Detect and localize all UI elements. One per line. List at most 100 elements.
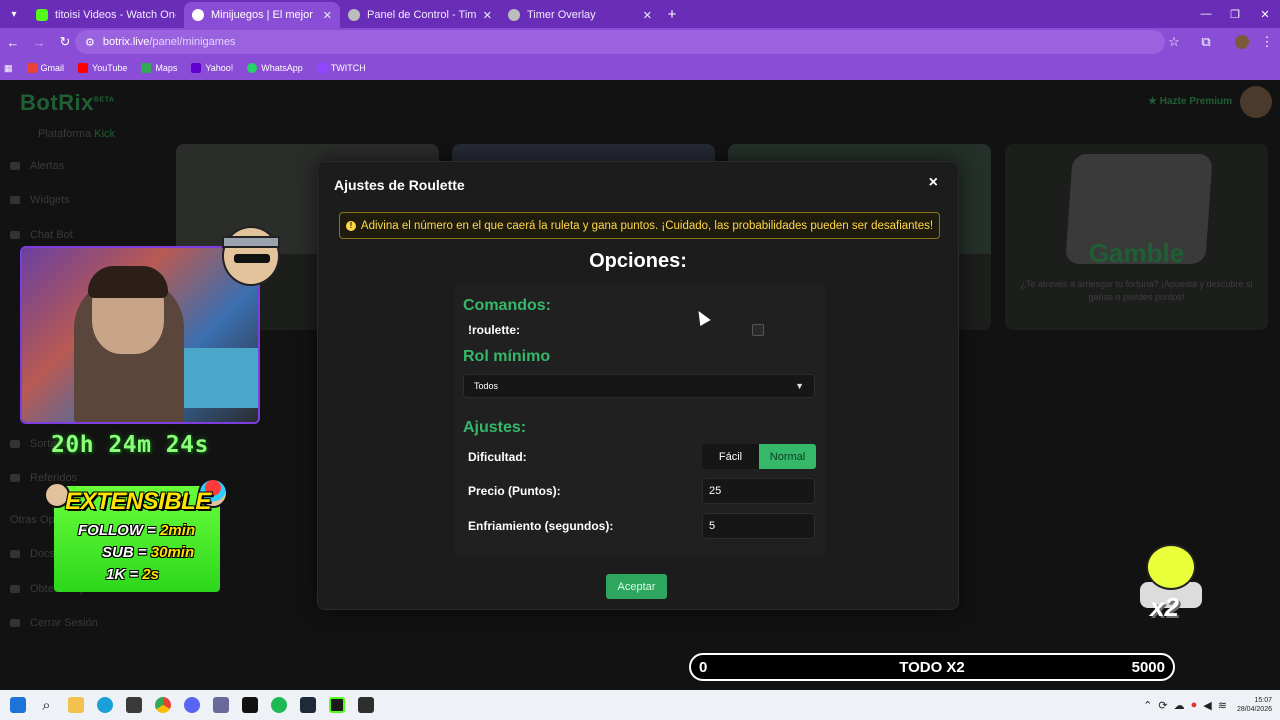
whatsapp-icon (247, 63, 258, 73)
start-icon[interactable] (3, 690, 32, 720)
bookmark-gmail[interactable]: Gmail (26, 63, 64, 73)
command-enabled-checkbox[interactable] (752, 324, 764, 336)
command-label: !roulette: (468, 323, 520, 337)
difficulty-toggle: Fácil Normal (702, 444, 816, 469)
difficulty-normal-button[interactable]: Normal (759, 444, 816, 469)
edge-icon[interactable] (90, 690, 119, 720)
clock[interactable]: 15:07 28/04/2026 (1237, 696, 1272, 714)
platform-value: Kick (94, 128, 116, 140)
twitch-icon (316, 63, 327, 73)
close-icon[interactable]: × (929, 174, 938, 192)
new-tab-icon[interactable]: + (660, 6, 684, 23)
globe-icon (508, 9, 520, 21)
maps-icon (141, 63, 152, 73)
file-explorer-icon[interactable] (61, 690, 90, 720)
warning-icon: ! (345, 220, 356, 231)
site-settings-icon[interactable]: ⚙ (85, 36, 95, 49)
extensions-icon[interactable]: ⧉ (1193, 29, 1219, 55)
sidebar-item-alertas[interactable]: Alertas (10, 160, 130, 172)
logo-badge: BETA (93, 96, 115, 104)
kick-app-icon[interactable] (322, 690, 351, 720)
doc-icon (10, 550, 20, 558)
commands-heading: Comandos: (463, 297, 551, 314)
chrome-icon[interactable] (148, 690, 177, 720)
sidebar-item-referidos[interactable]: Referidos (10, 472, 130, 484)
spotify-icon[interactable] (264, 690, 293, 720)
bookmark-yahoo[interactable]: Yahoo! (191, 63, 233, 73)
forward-icon[interactable]: → (26, 29, 52, 55)
min-role-value: Todos (474, 381, 499, 391)
rule-follow: FOLLOW = 2min (78, 522, 195, 539)
wifi-icon[interactable]: ≋ (1218, 699, 1227, 712)
tab-search-icon[interactable]: ▾ (0, 0, 28, 28)
options-title: Opciones: (589, 250, 687, 272)
microphone-icon[interactable]: ● (1191, 699, 1198, 711)
logout-icon (10, 619, 20, 627)
bookmark-twitch[interactable]: TWITCH (316, 63, 366, 73)
sidebar-label: Docs (30, 548, 56, 560)
sidebar-label: Cerrar Sesión (30, 617, 98, 629)
terminal-icon[interactable] (351, 690, 380, 720)
discord-icon[interactable] (177, 690, 206, 720)
bookmark-star-icon[interactable]: ☆ (1161, 29, 1187, 55)
search-icon[interactable]: ⌕ (32, 690, 61, 720)
user-avatar[interactable] (1240, 86, 1272, 118)
tab-kick[interactable]: titoisi Videos - Watch On-Dem (28, 2, 184, 28)
browser-menu-icon[interactable]: ⋮ (1254, 29, 1280, 55)
cooldown-input[interactable]: 5 (702, 513, 815, 539)
bookmark-youtube[interactable]: YouTube (78, 63, 127, 73)
profile-avatar[interactable] (1229, 29, 1255, 55)
onedrive-icon[interactable]: ☁ (1174, 699, 1185, 712)
roulette-settings-modal: Ajustes de Roulette × ! Adivina el númer… (317, 161, 959, 610)
apps-grid-icon[interactable]: ▦ (4, 63, 13, 74)
sidebar-item-logout[interactable]: Cerrar Sesión (10, 617, 130, 629)
price-input[interactable]: 25 (702, 478, 815, 504)
chevron-up-icon[interactable]: ⌃ (1143, 699, 1152, 712)
tab-timer-overlay[interactable]: Timer Overlay ✕ (500, 2, 660, 28)
rule-label: FOLLOW = (78, 522, 156, 539)
back-icon[interactable]: ← (0, 29, 26, 55)
tab-panel-timer[interactable]: Panel de Control - Timer ✕ (340, 2, 500, 28)
speaker-icon[interactable]: ◀ (1203, 699, 1211, 712)
maximize-icon[interactable]: ❐ (1218, 0, 1252, 28)
windows-taskbar: ⌕ ⌃ ⟳ ☁ ● ◀ ≋ 15:07 28/04/2026 (0, 690, 1280, 720)
countdown-timer: 20h 24m 24s (51, 432, 209, 458)
bookmark-whatsapp[interactable]: WhatsApp (247, 63, 303, 73)
address-bar[interactable]: ⚙ botrix.live/panel/minigames (75, 30, 1165, 54)
difficulty-easy-button[interactable]: Fácil (702, 444, 759, 469)
bookmark-label: Yahoo! (205, 63, 234, 73)
sidebar-label: Chat Bot (30, 229, 73, 241)
game-card-gamble[interactable]: Gamble ¿Te atreves a arriesgar tu fortun… (1005, 144, 1268, 330)
sidebar-label: Widgets (30, 194, 70, 206)
sidebar-item-chatbot[interactable]: Chat Bot (10, 229, 130, 241)
bookmark-maps[interactable]: Maps (141, 63, 177, 73)
premium-link[interactable]: ★ Hazte Premium (1148, 96, 1232, 107)
close-window-icon[interactable]: ✕ (1248, 0, 1280, 28)
tab-close-icon[interactable]: ✕ (483, 9, 492, 22)
tab-close-icon[interactable]: ✕ (643, 9, 652, 22)
gmail-icon (26, 63, 37, 73)
sidebar-item-widgets[interactable]: Widgets (10, 194, 130, 206)
platform-label: Plataforma (38, 128, 92, 140)
sidebar-label: Alertas (30, 160, 65, 172)
pc-icon[interactable] (235, 690, 264, 720)
media-icon[interactable] (293, 690, 322, 720)
cooldown-label: Enfriamiento (segundos): (468, 519, 614, 533)
tab-title: Panel de Control - Timer (367, 9, 476, 21)
min-role-select[interactable]: Todos ▼ (463, 374, 815, 398)
rule-kicks: 1K = 2s (106, 566, 159, 583)
accept-button[interactable]: Aceptar (606, 574, 667, 599)
store-icon[interactable] (119, 690, 148, 720)
clock-time: 15:07 (1254, 696, 1272, 704)
modal-title: Ajustes de Roulette (334, 177, 465, 193)
gamble-description: ¿Te atreves a arriesgar tu fortuna? ¡Apu… (1020, 279, 1253, 302)
tab-minijuegos[interactable]: Minijuegos | El mejor software ✕ (184, 2, 340, 28)
logo-text: BotRix (20, 90, 94, 115)
rule-value: 2min (160, 522, 196, 539)
x2-label: x2 (1150, 592, 1179, 622)
snipping-tool-icon[interactable] (206, 690, 235, 720)
tab-close-icon[interactable]: ✕ (323, 9, 332, 22)
network-icon[interactable]: ⟳ (1158, 699, 1167, 712)
tab-title: Timer Overlay (527, 9, 596, 21)
url-path: /panel/minigames (149, 36, 236, 48)
